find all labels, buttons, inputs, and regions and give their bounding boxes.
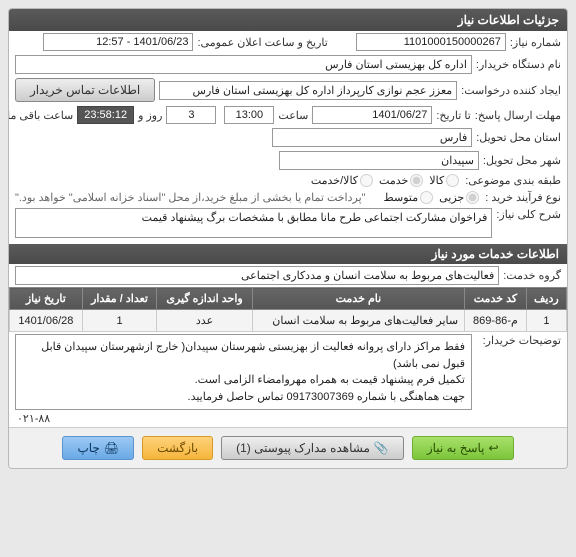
buyer-notes-label: توضیحات خریدار: (476, 334, 561, 347)
announce-dt-label: تاریخ و ساعت اعلان عمومی: (197, 36, 327, 49)
need-no-label: شماره نیاز: (510, 36, 561, 49)
th-row: ردیف (526, 288, 566, 310)
buytype-label: نوع فرآیند خرید : (485, 191, 561, 204)
td-date: 1401/06/28 (10, 310, 83, 332)
td-row: 1 (526, 310, 566, 332)
reply-icon: ↩ (489, 441, 499, 455)
remain-days: 3 (166, 106, 216, 124)
table-row: 1 م-86-869 سایر فعالیت‌های مربوط به سلام… (10, 310, 567, 332)
back-label: بازگشت (157, 441, 198, 455)
creator-value: معزز عجم نوازی کارپرداز اداره کل بهزیستی… (159, 81, 457, 100)
panel-title: جزئیات اطلاعات نیاز (9, 9, 567, 31)
need-details-panel: جزئیات اطلاعات نیاز شماره نیاز: 11010001… (8, 8, 568, 469)
need-no-value: 1101000150000267 (356, 33, 506, 51)
th-date: تاریخ نیاز (10, 288, 83, 310)
table-header-row: ردیف کد خدمت نام خدمت واحد اندازه گیری ت… (10, 288, 567, 310)
saat-label-1: ساعت (278, 109, 308, 122)
reply-label: پاسخ به نیاز (427, 441, 485, 455)
td-code: م-86-869 (465, 310, 527, 332)
print-icon: 🖨 (104, 441, 119, 455)
class-khadmat-radio[interactable]: خدمت (379, 174, 425, 187)
class-kala-radio[interactable]: کالا (429, 174, 461, 187)
class-label: طبقه بندی موضوعی: (465, 174, 561, 187)
general-desc-value: فراخوان مشارکت اجتماعی طرح مانا مطابق با… (15, 208, 492, 238)
services-table: ردیف کد خدمت نام خدمت واحد اندازه گیری ت… (9, 287, 567, 332)
remain-time: 23:58:12 (77, 106, 134, 124)
buyer-note-line: تکمیل فرم پیشنهاد قیمت به همراه مهروامضا… (22, 372, 465, 389)
remain-suffix: ساعت باقی مانده (8, 109, 73, 122)
general-desc-label: شرح کلی نیاز: (496, 208, 561, 221)
province-label: استان محل تحویل: (476, 131, 561, 144)
footer-buttons: ↩ پاسخ به نیاز 📎 مشاهده مدارک پیوستی (1)… (9, 427, 567, 468)
th-code: کد خدمت (465, 288, 527, 310)
services-section-title: اطلاعات خدمات مورد نیاز (9, 244, 567, 264)
group-label: گروه خدمت: (503, 269, 561, 282)
td-qty: 1 (82, 310, 157, 332)
deadline-label2: تا تاریخ: (436, 109, 470, 122)
class-both-radio[interactable]: کالا/خدمت (311, 174, 375, 187)
th-unit: واحد اندازه گیری (157, 288, 252, 310)
th-qty: تعداد / مقدار (82, 288, 157, 310)
deadline-date: 1401/06/27 (312, 106, 432, 124)
attachments-button[interactable]: 📎 مشاهده مدارک پیوستی (1) (221, 436, 404, 460)
contact-btn-label: اطلاعات تماس خریدار (30, 83, 140, 97)
attach-label: مشاهده مدارک پیوستی (1) (236, 441, 370, 455)
buyer-notes-box: فقط مراکز دارای پروانه فعالیت از بهزیستی… (15, 334, 472, 410)
province-value: فارس (272, 128, 472, 147)
print-label: چاپ (77, 441, 99, 455)
buytype-note: "پرداخت تمام یا بخشی از مبلغ خرید،از محل… (15, 191, 366, 204)
paperclip-icon: 📎 (374, 441, 389, 455)
buyer-note-line: جهت هماهنگی با شماره 09173007369 تماس حا… (22, 389, 465, 406)
buytype-motevaset-radio[interactable]: متوسط (384, 191, 436, 204)
reply-button[interactable]: ↩ پاسخ به نیاز (412, 436, 514, 460)
creator-label: ایجاد کننده درخواست: (461, 84, 561, 97)
buyer-value: اداره کل بهزیستی استان فارس (15, 55, 472, 74)
buyer-label: نام دستگاه خریدار: (476, 58, 561, 71)
group-value: فعالیت‌های مربوط به سلامت انسان و مددکار… (15, 266, 499, 285)
announce-dt-value: 1401/06/23 - 12:57 (43, 33, 193, 51)
td-unit: عدد (157, 310, 252, 332)
deadline-time: 13:00 (224, 106, 274, 124)
back-button[interactable]: بازگشت (142, 436, 213, 460)
city-value: سپیدان (279, 151, 479, 170)
buyer-note-line: فقط مراکز دارای پروانه فعالیت از بهزیستی… (22, 339, 465, 372)
deadline-label1: مهلت ارسال پاسخ: (475, 109, 561, 122)
city-label: شهر محل تحویل: (483, 154, 561, 167)
th-name: نام خدمت (252, 288, 464, 310)
contact-info-button[interactable]: اطلاعات تماس خریدار (15, 78, 155, 102)
print-button[interactable]: 🖨 چاپ (62, 436, 134, 460)
td-name: سایر فعالیت‌های مربوط به سلامت انسان (252, 310, 464, 332)
rooz-va-label: روز و (138, 109, 162, 122)
footer-phone: ۰۲۱-۸۸ (9, 412, 567, 427)
buytype-jozi-radio[interactable]: جزیی (439, 191, 481, 204)
